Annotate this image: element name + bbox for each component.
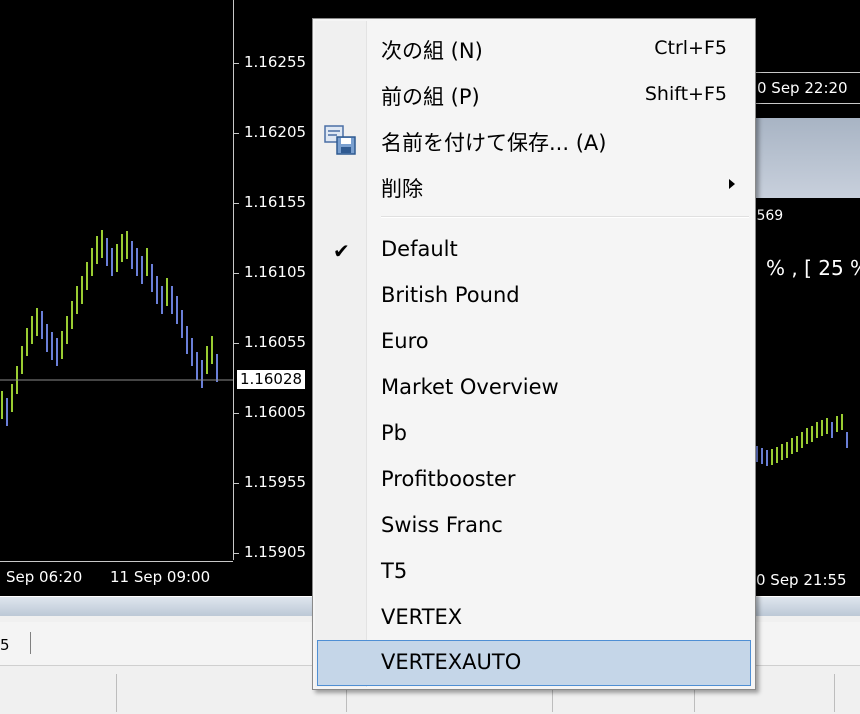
time-axis: Sep 06:20 11 Sep 09:00 xyxy=(0,561,233,595)
status-profile-name: Default xyxy=(128,86,198,108)
price-label: 1.15905 xyxy=(244,543,307,561)
menu-item-next-profile[interactable]: 次の組 (N) Ctrl+F5 xyxy=(317,25,751,71)
price-tick xyxy=(233,413,239,414)
menu-separator xyxy=(381,216,749,218)
menu-item-profile-market-overview[interactable]: Market Overview xyxy=(317,365,751,411)
price-tick xyxy=(233,483,239,484)
menu-item-profile-t5[interactable]: T5 xyxy=(317,549,751,595)
menu-item-delete[interactable]: 削除 xyxy=(317,163,751,209)
menu-item-profile-british-pound[interactable]: British Pound xyxy=(317,273,751,319)
menu-item-label: 名前を付けて保存... (A) xyxy=(381,131,607,155)
profiles-context-menu[interactable]: 次の組 (N) Ctrl+F5 前の組 (P) Shift+F5 名前を付けて保… xyxy=(312,18,756,690)
status-cell xyxy=(834,674,835,712)
chart-window-right[interactable]: 0 Sep 22:20 .569 % , [ 25 % 0 Sep 21:55 xyxy=(750,0,860,596)
price-axis: 1.16255 1.16205 1.16155 1.16105 1.16055 … xyxy=(233,0,316,561)
checkmark-icon: ✔ xyxy=(333,239,350,263)
right-window-header xyxy=(750,118,860,198)
tab-fragment: 5 xyxy=(0,636,10,654)
menu-item-label: VERTEX xyxy=(381,605,463,629)
menu-item-label: 次の組 (N) xyxy=(381,39,483,63)
menu-item-save-as[interactable]: 名前を付けて保存... (A) xyxy=(317,117,751,163)
menu-item-profile-vertexauto[interactable]: VERTEXAUTO xyxy=(317,640,751,686)
menu-item-shortcut: Ctrl+F5 xyxy=(654,37,727,59)
menu-item-shortcut: Shift+F5 xyxy=(644,83,727,105)
current-price-label: 1.16028 xyxy=(237,370,306,389)
price-bars xyxy=(0,230,233,426)
menu-item-label: Default xyxy=(381,237,458,261)
price-label: 1.16255 xyxy=(244,53,307,71)
tab-separator xyxy=(30,632,31,654)
menu-item-label: Market Overview xyxy=(381,375,559,399)
menu-item-label: Profitbooster xyxy=(381,467,516,491)
price-tick xyxy=(233,553,239,554)
price-tick xyxy=(233,133,239,134)
price-label: 1.16205 xyxy=(244,123,307,141)
price-tick xyxy=(233,343,239,344)
menu-item-label: British Pound xyxy=(381,283,520,307)
price-tick xyxy=(233,203,239,204)
price-label: 1.16005 xyxy=(244,403,307,421)
time-label: 11 Sep 09:00 xyxy=(110,568,211,586)
menu-item-label: T5 xyxy=(381,559,408,583)
menu-item-label: 削除 xyxy=(381,177,423,201)
time-label: Sep 06:20 xyxy=(6,568,83,586)
right-percent-text: % , [ 25 % xyxy=(766,256,860,280)
menu-item-label: Pb xyxy=(381,421,407,445)
price-label: 1.16155 xyxy=(244,193,307,211)
menu-item-profile-profitbooster[interactable]: Profitbooster xyxy=(317,457,751,503)
menu-item-label: 前の組 (P) xyxy=(381,85,480,109)
menu-item-profile-swiss-franc[interactable]: Swiss Franc xyxy=(317,503,751,549)
menu-item-profile-default[interactable]: ✔ Default xyxy=(317,227,751,273)
right-value-label: .569 xyxy=(752,208,784,224)
price-label: 1.16105 xyxy=(244,263,307,281)
menu-item-label: Swiss Franc xyxy=(381,513,503,537)
price-tick xyxy=(233,63,239,64)
menu-item-label: Euro xyxy=(381,329,429,353)
menu-item-previous-profile[interactable]: 前の組 (P) Shift+F5 xyxy=(317,71,751,117)
right-time-bottom: 0 Sep 21:55 xyxy=(756,571,847,589)
menu-item-profile-pb[interactable]: Pb xyxy=(317,411,751,457)
save-profile-icon xyxy=(324,125,356,155)
right-price-bars xyxy=(751,414,848,466)
menu-item-profile-euro[interactable]: Euro xyxy=(317,319,751,365)
price-label: 1.15955 xyxy=(244,473,307,491)
menu-item-label: VERTEXAUTO xyxy=(381,650,522,674)
price-label: 1.16055 xyxy=(244,333,307,351)
price-tick xyxy=(233,273,239,274)
submenu-arrow-icon xyxy=(729,179,735,189)
right-time-top: 0 Sep 22:20 xyxy=(757,79,848,97)
status-cell xyxy=(116,674,117,712)
menu-item-profile-vertex[interactable]: VERTEX xyxy=(317,595,751,641)
right-time-box: 0 Sep 22:20 xyxy=(750,72,860,104)
